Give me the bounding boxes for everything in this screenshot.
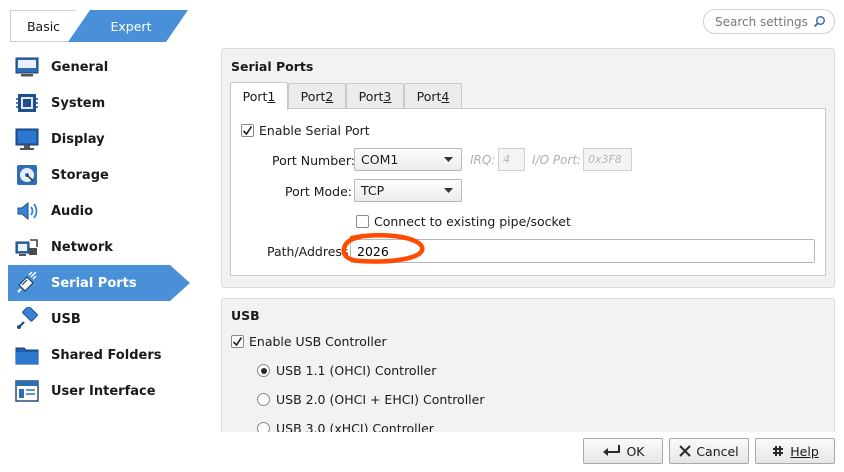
irq-label: IRQ: — [470, 153, 496, 167]
ok-button[interactable]: OK — [583, 438, 663, 464]
tab-key: 2 — [325, 89, 334, 104]
sidebar-item-label: Shared Folders — [51, 347, 162, 363]
sidebar-item-usb[interactable]: USB — [8, 302, 178, 336]
usb-title: USB — [231, 308, 260, 323]
port-number-value: COM1 — [361, 152, 399, 167]
usb-1-1-label: USB 1.1 (OHCI) Controller — [276, 363, 437, 378]
sidebar-item-label: Serial Ports — [51, 275, 137, 291]
sidebar-item-label: Audio — [51, 203, 94, 219]
checkmark-icon — [242, 126, 253, 136]
tab-label: Port — [416, 89, 442, 104]
enable-serial-port-label: Enable Serial Port — [259, 123, 370, 138]
irq-value: 4 — [503, 153, 510, 166]
connect-existing-checkbox[interactable] — [356, 215, 369, 228]
tab-key: 1 — [267, 89, 276, 104]
help-label: Help — [790, 443, 819, 459]
radio-selected-dot — [260, 367, 267, 374]
mode-expert-label: Expert — [110, 18, 152, 34]
sidebar-item-serial-ports[interactable]: Serial Ports — [8, 265, 190, 301]
user-interface-icon — [14, 379, 40, 403]
tab-port-4[interactable]: Port 4 — [404, 83, 462, 109]
chevron-down-icon — [444, 157, 453, 162]
cancel-label: Cancel — [696, 443, 739, 459]
sidebar-item-label: Storage — [51, 167, 109, 183]
tab-port-2[interactable]: Port 2 — [288, 83, 346, 109]
sidebar-item-audio[interactable]: Audio — [8, 194, 178, 228]
irq-field[interactable]: 4 — [498, 148, 525, 171]
sidebar-item-general[interactable]: General — [8, 50, 178, 84]
enable-serial-port-checkbox[interactable] — [241, 124, 254, 137]
close-icon — [679, 445, 692, 457]
tab-label: Port — [300, 89, 326, 104]
sidebar-item-user-interface[interactable]: User Interface — [8, 374, 178, 408]
sidebar-item-display[interactable]: Display — [8, 122, 178, 156]
search-box[interactable] — [703, 9, 835, 34]
usb-2-0-label: USB 2.0 (OHCI + EHCI) Controller — [276, 392, 485, 407]
sidebar-item-network[interactable]: Network — [8, 230, 178, 264]
search-icon — [813, 15, 826, 28]
tab-key: 3 — [383, 89, 392, 104]
help-button[interactable]: Help — [755, 438, 835, 464]
port-mode-label: Port Mode: — [285, 184, 353, 199]
connect-existing-label: Connect to existing pipe/socket — [374, 214, 571, 229]
sidebar-item-storage[interactable]: Storage — [8, 158, 178, 192]
tab-port-3[interactable]: Port 3 — [346, 83, 404, 109]
sidebar-item-label: System — [51, 95, 106, 111]
io-port-value: 0x3F8 — [588, 153, 622, 166]
sidebar: General System Display Storage Audio Net… — [0, 48, 200, 428]
mode-basic-tab[interactable]: Basic — [10, 10, 76, 42]
port-mode-select[interactable]: TCP — [354, 179, 462, 202]
tab-port-1[interactable]: Port 1 — [230, 82, 288, 110]
tab-label: Port — [358, 89, 384, 104]
sidebar-item-label: General — [51, 59, 109, 75]
chevron-down-icon — [444, 188, 453, 193]
port-mode-value: TCP — [361, 183, 385, 198]
search-input[interactable] — [715, 14, 811, 29]
mode-expert-tab[interactable]: Expert — [68, 10, 188, 42]
network-icon — [14, 235, 40, 259]
system-icon — [14, 91, 40, 115]
sidebar-item-label: User Interface — [51, 383, 156, 399]
ok-icon — [601, 444, 621, 458]
port-number-label: Port Number: — [272, 153, 355, 168]
storage-icon — [14, 163, 40, 187]
general-icon — [14, 55, 40, 79]
sidebar-item-label: Display — [51, 131, 105, 147]
sidebar-item-label: USB — [51, 311, 81, 327]
io-port-label: I/O Port: — [532, 153, 582, 167]
usb-2-0-radio[interactable] — [257, 393, 270, 406]
audio-icon — [14, 199, 40, 223]
mode-basic-label: Basic — [26, 18, 61, 34]
io-port-field[interactable]: 0x3F8 — [583, 148, 632, 171]
serial-ports-title: Serial Ports — [231, 59, 314, 74]
usb-1-1-radio[interactable] — [257, 364, 270, 377]
help-icon — [771, 444, 785, 458]
port-number-select[interactable]: COM1 — [354, 148, 462, 171]
enable-usb-label: Enable USB Controller — [249, 334, 387, 349]
serial-ports-icon — [14, 271, 40, 295]
tab-label: Port — [242, 89, 268, 104]
shared-folders-icon — [14, 343, 40, 367]
ok-label: OK — [626, 443, 645, 459]
cancel-button[interactable]: Cancel — [669, 438, 749, 464]
sidebar-item-shared-folders[interactable]: Shared Folders — [8, 338, 178, 372]
usb-icon — [14, 307, 40, 331]
enable-usb-checkbox[interactable] — [231, 335, 244, 348]
sidebar-item-system[interactable]: System — [8, 86, 178, 120]
sidebar-item-label: Network — [51, 239, 113, 255]
tab-key: 4 — [441, 89, 450, 104]
checkmark-icon — [232, 337, 243, 347]
annotation-circle — [341, 232, 425, 264]
display-icon — [14, 127, 40, 151]
